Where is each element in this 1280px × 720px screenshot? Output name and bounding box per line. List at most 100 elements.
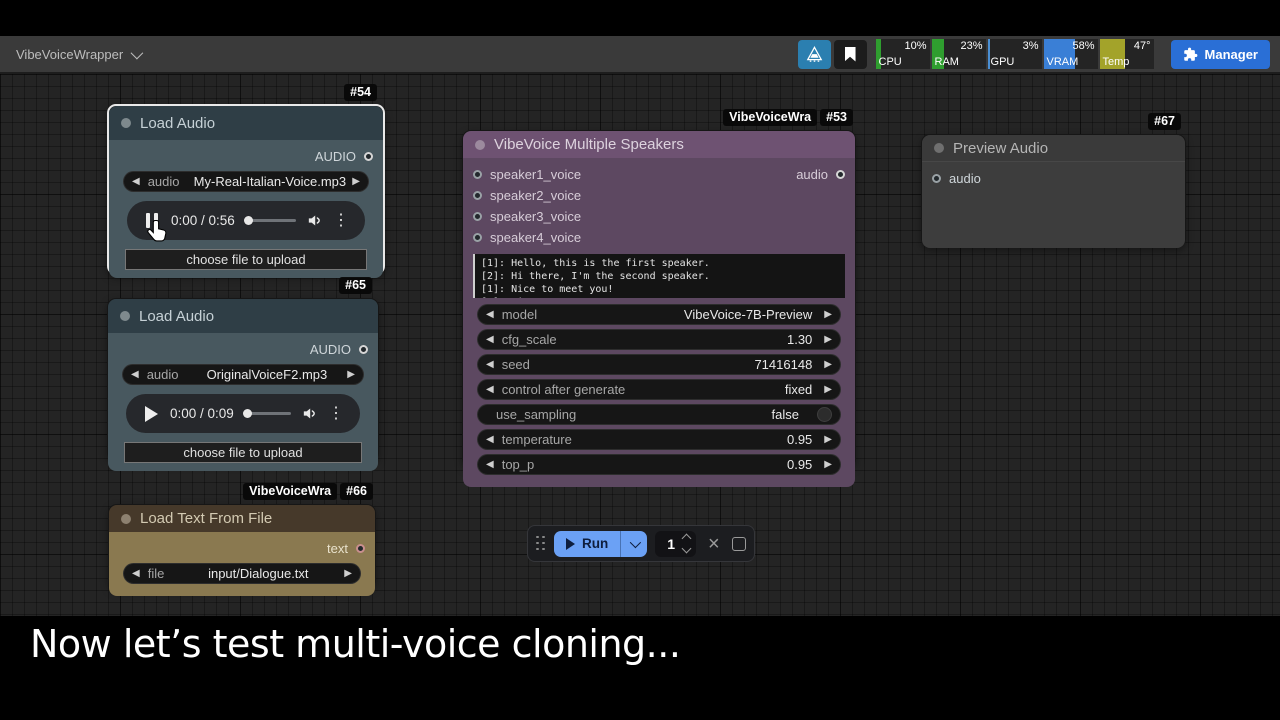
input-slot-dot[interactable] [932,174,941,183]
node-id: #53 [820,109,853,126]
combo-right-arrow-icon[interactable]: ▶ [824,335,832,345]
node-id: #66 [340,483,373,500]
player-menu-icon[interactable]: ⋮ [333,213,349,229]
volume-icon[interactable] [301,405,318,422]
input-slot-dot[interactable] [473,233,482,242]
input-slot-dot[interactable] [473,170,482,179]
node-header[interactable]: Load Text From File [109,505,375,532]
workflow-name: VibeVoiceWrapper [16,47,123,62]
workflow-tab[interactable]: VibeVoiceWrapper [0,36,156,72]
combo-right-arrow-icon[interactable]: ▶ [824,385,832,395]
widget-value: 1.30 [565,332,825,347]
input-slot-dot[interactable] [473,212,482,221]
upload-button[interactable]: choose file to upload [124,442,362,463]
manager-button[interactable]: Manager [1171,40,1270,69]
node-header[interactable]: Preview Audio [922,135,1185,162]
player-menu-icon[interactable]: ⋮ [328,406,344,422]
node-header[interactable]: VibeVoice Multiple Speakers [463,131,855,158]
combo-right-arrow-icon[interactable]: ▶ [824,460,832,470]
collapse-dot[interactable] [121,118,131,128]
input-slot-dot[interactable] [473,191,482,200]
combo-right-arrow-icon[interactable]: ▶ [824,360,832,370]
toggle-knob[interactable] [817,407,832,422]
file-combo[interactable]: ◀ file input/Dialogue.txt ▶ [123,563,361,584]
combo-left-arrow-icon[interactable]: ◀ [486,335,494,345]
control-after-generate-widget[interactable]: ◀ control after generate fixed ▶ [477,379,841,400]
bookmark-button[interactable] [834,40,867,69]
collapse-dot[interactable] [121,514,131,524]
top-p-widget[interactable]: ◀ top_p 0.95 ▶ [477,454,841,475]
node-preview-audio-67[interactable]: #67 Preview Audio audio [921,134,1186,248]
step-up-icon[interactable] [682,534,692,544]
combo-right-arrow-icon[interactable]: ▶ [347,370,355,380]
cancel-run-button[interactable]: × [704,534,724,554]
seed-widget[interactable]: ◀ seed 71416148 ▶ [477,354,841,375]
play-button[interactable] [142,406,160,422]
collapse-dot[interactable] [120,311,130,321]
ram-meter-value: 23% [961,40,983,52]
audio-player[interactable]: 0:00 / 0:09 ⋮ [126,394,360,433]
run-button[interactable]: Run [554,531,620,557]
output-slot-row: AUDIO [108,339,378,360]
chevron-down-icon [630,536,641,547]
widget-label: model [502,307,537,322]
node-body: AUDIO ◀ audio My-Real-Italian-Voice.mp3 … [109,140,383,278]
combo-left-arrow-icon[interactable]: ◀ [486,310,494,320]
drag-handle[interactable] [536,536,546,552]
combo-right-arrow-icon[interactable]: ▶ [824,435,832,445]
node-header[interactable]: Load Audio [108,299,378,333]
node-vibevoice-multiple-speakers-53[interactable]: VibeVoiceWra #53 VibeVoice Multiple Spea… [462,130,856,468]
input-slot-row: speaker1_voice audio [463,164,855,185]
input-slot-row: speaker2_voice [463,185,855,206]
combo-left-arrow-icon[interactable]: ◀ [486,460,494,470]
output-slot-dot[interactable] [836,170,845,179]
audio-file-combo[interactable]: ◀ audio OriginalVoiceF2.mp3 ▶ [122,364,364,385]
combo-left-arrow-icon[interactable]: ◀ [486,435,494,445]
upload-button[interactable]: choose file to upload [125,249,367,270]
node-header[interactable]: Load Audio [109,106,383,140]
cfg-scale-widget[interactable]: ◀ cfg_scale 1.30 ▶ [477,329,841,350]
widget-value: 71416148 [538,357,824,372]
audio-file-combo[interactable]: ◀ audio My-Real-Italian-Voice.mp3 ▶ [123,171,369,192]
step-down-icon[interactable] [682,544,692,554]
combo-right-arrow-icon[interactable]: ▶ [352,177,360,187]
menubar: VibeVoiceWrapper CPU 10% [0,36,1280,74]
dialogue-textarea[interactable]: [1]: Hello, this is the first speaker. [… [473,254,845,298]
count-steppers[interactable] [683,535,690,552]
model-combo[interactable]: ◀ model VibeVoice-7B-Preview ▶ [477,304,841,325]
temperature-widget[interactable]: ◀ temperature 0.95 ▶ [477,429,841,450]
cpu-meter-label: CPU [879,56,902,68]
combo-left-arrow-icon[interactable]: ◀ [131,370,139,380]
combo-left-arrow-icon[interactable]: ◀ [486,360,494,370]
gpu-meter: GPU 3% [988,39,1042,69]
node-load-audio-65[interactable]: #65 Load Audio AUDIO ◀ audio OriginalVoi… [107,298,379,462]
comfyui-logo-button[interactable] [798,40,831,69]
combo-left-arrow-icon[interactable]: ◀ [132,569,140,579]
collapse-dot[interactable] [934,143,944,153]
output-slot-row: AUDIO [109,146,383,167]
output-slot-dot[interactable] [364,152,373,161]
cpu-meter: CPU 10% [876,39,930,69]
node-load-text-from-file-66[interactable]: VibeVoiceWra #66 Load Text From File tex… [108,504,376,589]
node-badge: #54 [344,84,377,101]
combo-right-arrow-icon[interactable]: ▶ [344,569,352,579]
collapse-dot[interactable] [475,140,485,150]
use-sampling-toggle[interactable]: use_sampling false [477,404,841,425]
combo-right-arrow-icon[interactable]: ▶ [824,310,832,320]
volume-icon[interactable] [306,212,323,229]
puzzle-icon [1183,47,1198,62]
gpu-meter-label: GPU [991,56,1015,68]
output-slot-dot[interactable] [359,345,368,354]
stop-button[interactable] [732,537,746,551]
node-load-audio-54[interactable]: #54 Load Audio AUDIO ◀ audio My-Real-Ita… [107,104,385,275]
vram-meter-value: 58% [1073,40,1095,52]
output-slot-dot[interactable] [356,544,365,553]
seek-bar[interactable] [245,219,296,222]
run-options-button[interactable] [620,531,647,557]
combo-left-arrow-icon[interactable]: ◀ [132,177,140,187]
letterbox-bottom: Now let’s test multi-voice cloning... [0,616,1280,720]
node-badge: #65 [339,277,372,294]
seek-bar[interactable] [244,412,291,415]
batch-count-input[interactable]: 1 [655,531,696,557]
combo-left-arrow-icon[interactable]: ◀ [486,385,494,395]
